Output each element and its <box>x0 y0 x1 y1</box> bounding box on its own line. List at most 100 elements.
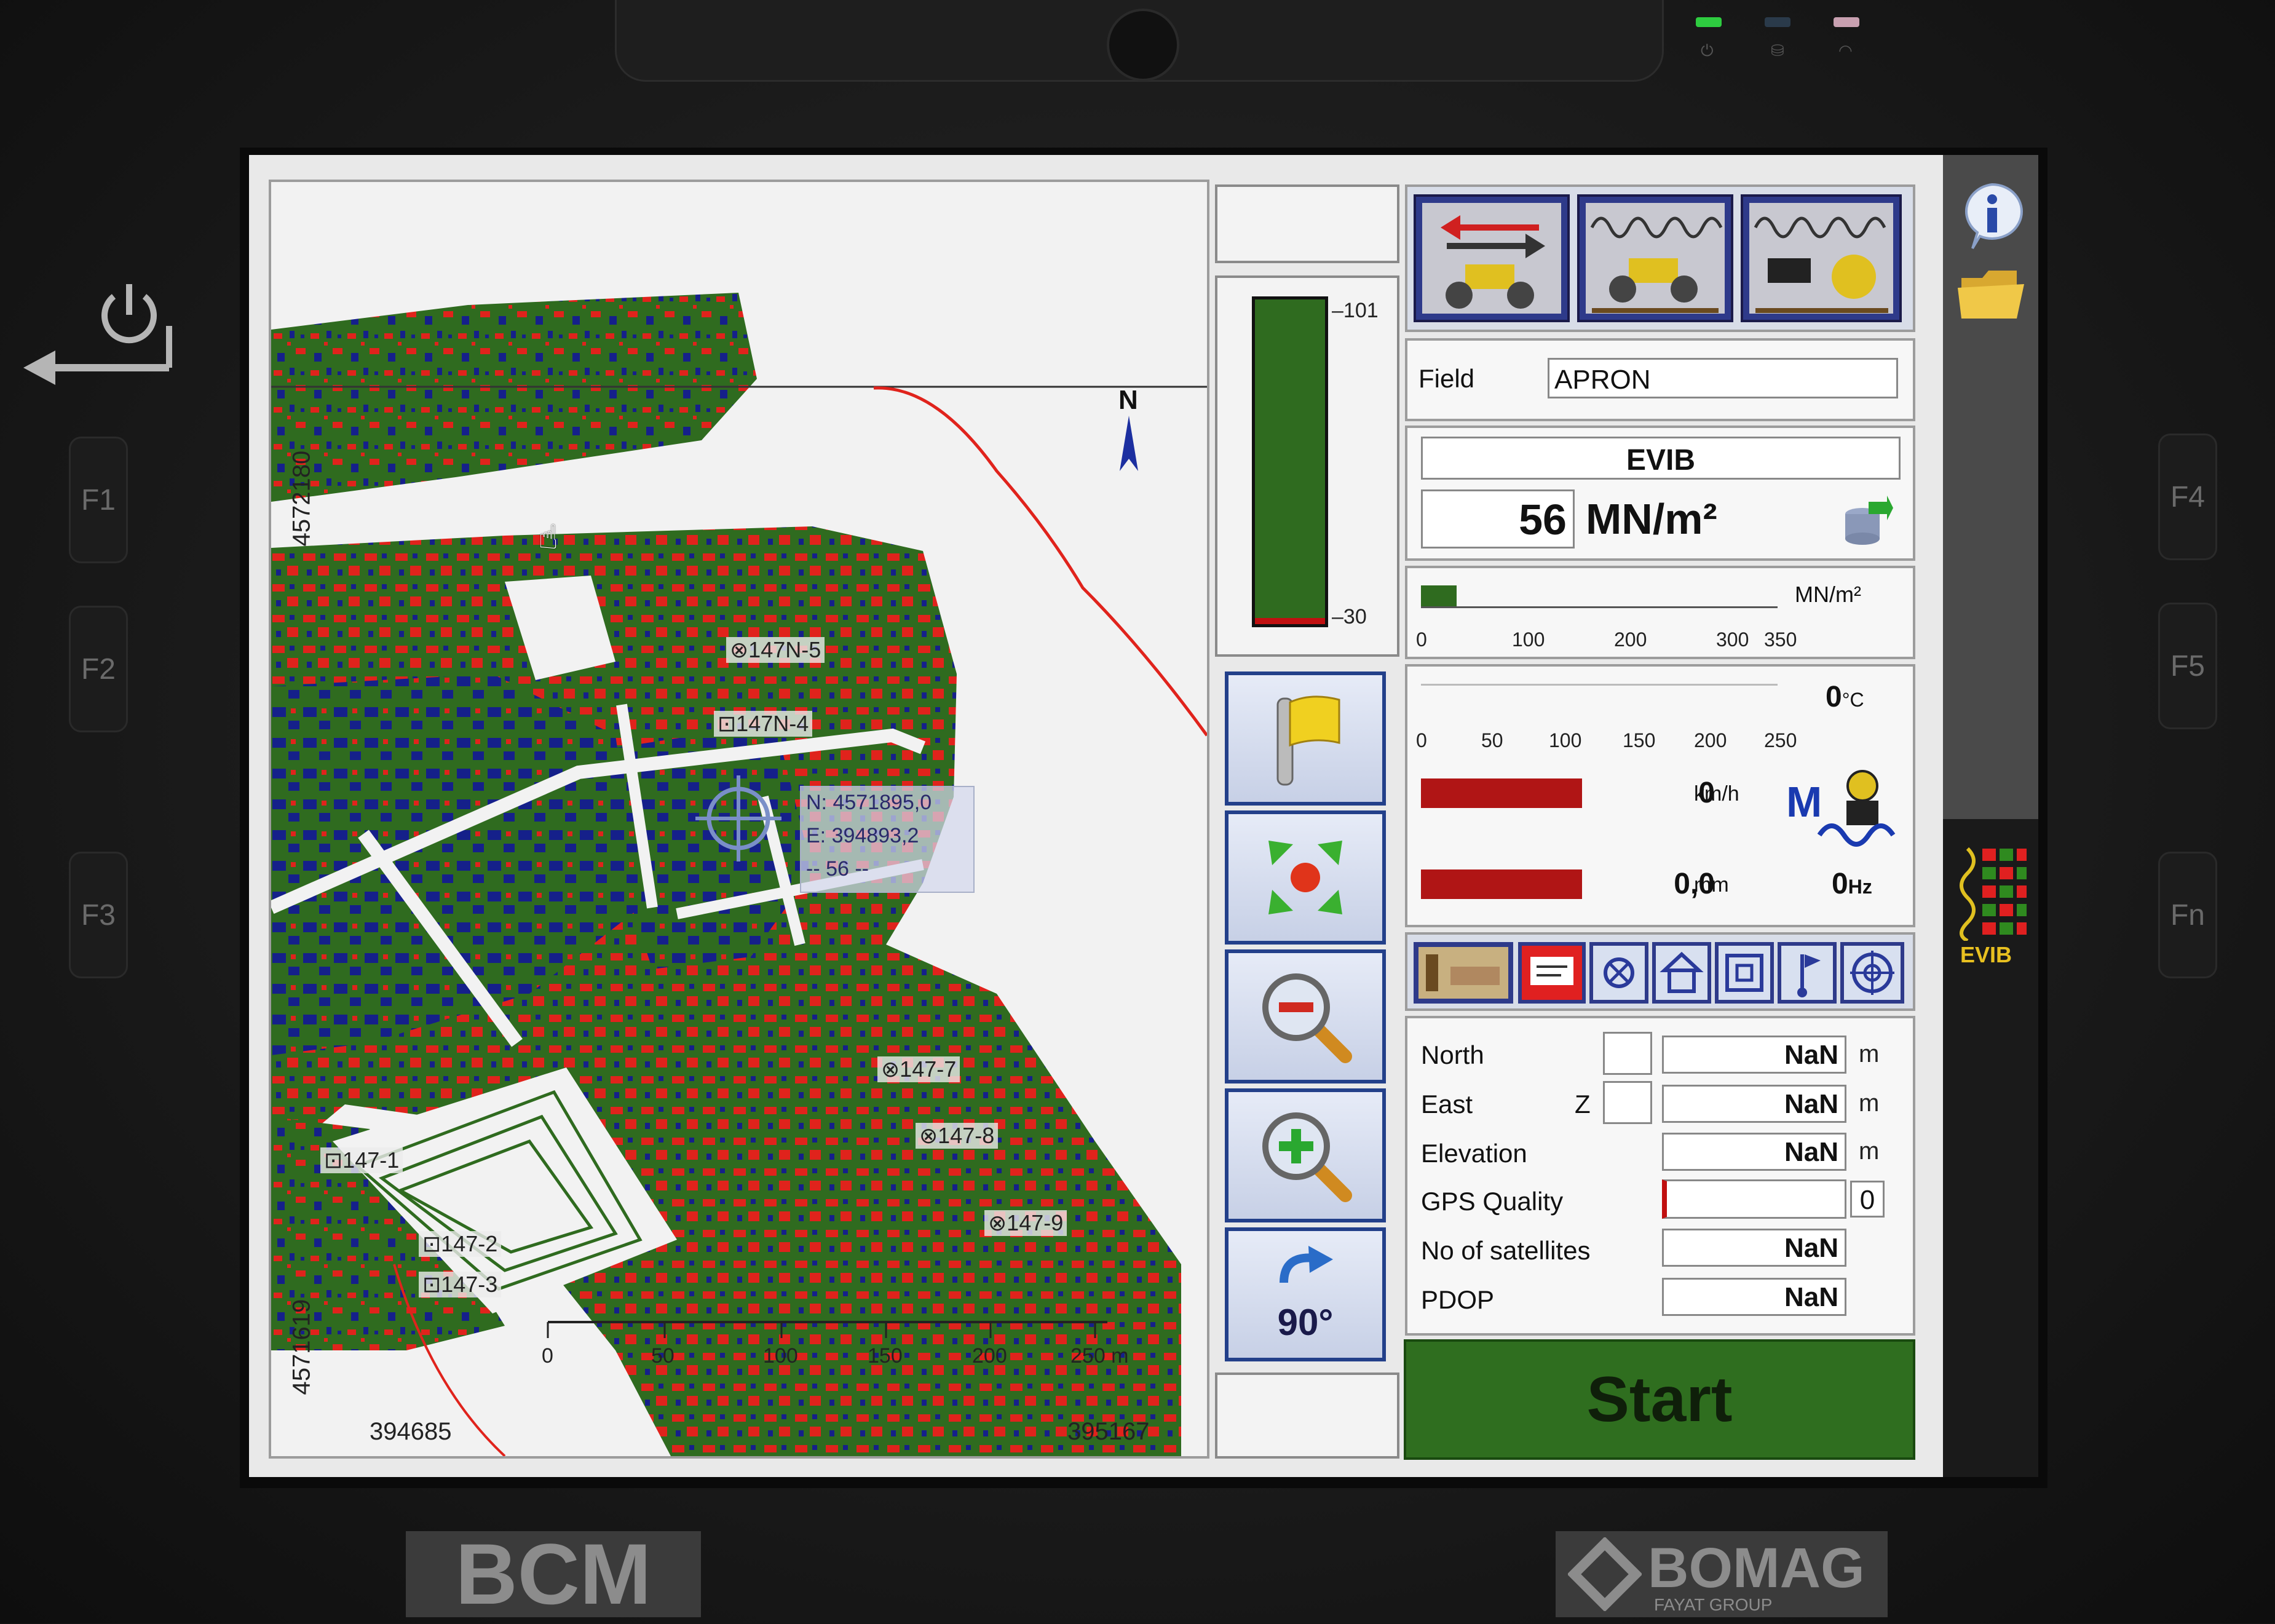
temp-tick: 0 <box>1416 729 1427 751</box>
bcm-text: BCM <box>455 1526 652 1622</box>
database-export-icon[interactable] <box>1838 496 1893 551</box>
gps-satellites-value: NaN <box>1784 1233 1838 1263</box>
field-value: APRON <box>1554 365 1651 395</box>
tool-area-button[interactable] <box>1715 942 1774 1004</box>
camera <box>1107 9 1179 81</box>
modulus-scale-panel: MN/m² 0 100 200 300 350 <box>1405 566 1915 659</box>
f3-key[interactable]: F3 <box>69 852 128 978</box>
tool-pointer-button[interactable] <box>1414 942 1513 1004</box>
f3-label: F3 <box>81 898 116 932</box>
gps-north-value: NaN <box>1784 1040 1838 1070</box>
gps-elevation-unit: m <box>1859 1138 1880 1165</box>
zoom-out-button[interactable] <box>1225 949 1386 1083</box>
marker-147-8[interactable]: ⊗147-8 <box>916 1123 999 1149</box>
marker-147n5[interactable]: ⊗147N-5 <box>726 637 825 663</box>
modulus-tick: 0 <box>1416 628 1427 651</box>
point-marker-icon <box>1593 946 1645 1000</box>
mode-shuttle-button[interactable] <box>1414 194 1570 322</box>
start-button[interactable]: Start <box>1404 1339 1915 1460</box>
f5-label: F5 <box>2170 649 2205 683</box>
gps-east-check[interactable] <box>1603 1081 1652 1124</box>
frequency-unit: Hz <box>1848 876 1872 898</box>
gps-satellites-label: No of satellites <box>1421 1236 1591 1265</box>
marker-147-3-label: 147-3 <box>441 1272 498 1297</box>
marker-147-9[interactable]: ⊗147-9 <box>984 1210 1067 1236</box>
gps-east-box: NaN <box>1662 1085 1846 1123</box>
toolbar-top-blank <box>1215 184 1399 263</box>
gps-elevation-box: NaN <box>1662 1133 1846 1171</box>
f4-key[interactable]: F4 <box>2158 434 2217 560</box>
mode-oscillation-button[interactable] <box>1741 194 1902 322</box>
gps-quality-value: 0 <box>1859 1185 1875 1215</box>
temp-tick: 200 <box>1694 729 1727 751</box>
tool-target-button[interactable] <box>1840 942 1904 1004</box>
f4-label: F4 <box>2170 480 2205 513</box>
fn-label: Fn <box>2170 898 2205 932</box>
gps-quality-bar <box>1662 1179 1846 1219</box>
marker-147-7[interactable]: ⊗147-7 <box>877 1056 960 1082</box>
compaction-map[interactable]: N 4572180 4571619 394685 395167 0 50 100… <box>269 180 1209 1459</box>
tool-message-button[interactable] <box>1518 942 1586 1004</box>
field-value-box[interactable]: APRON <box>1548 358 1898 398</box>
gps-quality-box: 0 <box>1850 1181 1885 1218</box>
tool-point-button[interactable] <box>1589 942 1648 1004</box>
f2-key[interactable]: F2 <box>69 606 128 732</box>
amplitude-unit: mm <box>1694 873 1729 897</box>
temp-tick: 150 <box>1623 729 1656 751</box>
marker-147-1[interactable]: ⊡147-1 <box>320 1147 403 1173</box>
folder-icon <box>1958 271 2024 319</box>
zoom-in-button[interactable] <box>1225 1088 1386 1222</box>
gps-north-label: North <box>1421 1040 1484 1069</box>
roller-oscillation-icon <box>1749 203 1893 314</box>
power-back-button[interactable] <box>12 258 184 406</box>
marker-147-9-label: 147-9 <box>1007 1210 1064 1235</box>
gps-z-label: Z <box>1575 1090 1591 1119</box>
marker-147-3[interactable]: ⊡147-3 <box>419 1272 502 1297</box>
message-tool-icon <box>1522 946 1582 1000</box>
modulus-tick: 100 <box>1512 628 1545 651</box>
bomag-text: BOMAG <box>1648 1537 1865 1599</box>
gps-elevation-value: NaN <box>1784 1137 1838 1167</box>
zoom-out-icon <box>1262 973 1352 1063</box>
flag-button[interactable] <box>1225 671 1386 806</box>
marker-147-2[interactable]: ⊡147-2 <box>419 1231 502 1257</box>
storage-led <box>1765 17 1790 27</box>
center-position-button[interactable] <box>1225 810 1386 945</box>
scale-tick-0: 0 <box>542 1344 553 1368</box>
modulus-scale-unit: MN/m² <box>1795 582 1861 607</box>
modulus-tick: 350 <box>1764 628 1797 651</box>
f5-key[interactable]: F5 <box>2158 603 2217 729</box>
mode-vibration-button[interactable] <box>1577 194 1733 322</box>
evib-chart-icon <box>1960 847 2027 943</box>
center-arrows-icon <box>1268 841 1342 914</box>
north-label: N <box>1118 385 1138 415</box>
fn-key[interactable]: Fn <box>2158 852 2217 978</box>
f1-key[interactable]: F1 <box>69 437 128 563</box>
gps-north-check[interactable] <box>1603 1032 1652 1075</box>
f1-label: F1 <box>81 483 116 517</box>
speed-bar <box>1421 778 1582 808</box>
tool-home-button[interactable] <box>1652 942 1711 1004</box>
modulus-scale-bar <box>1421 582 1778 608</box>
coord-bottom-x-right: 395167 <box>1067 1418 1150 1445</box>
rotate-button[interactable]: 90° <box>1225 1227 1386 1361</box>
measure-unit: MN/m² <box>1586 495 1717 543</box>
mode-button-bar <box>1405 184 1915 332</box>
marker-147n5-label: 147N-5 <box>748 637 821 662</box>
coord-bottom-left: 4571619 <box>288 1299 315 1395</box>
gps-pdop-box: NaN <box>1662 1278 1846 1316</box>
evib-sidebar-button[interactable]: EVIB <box>1955 842 2029 967</box>
rotate-icon <box>1280 1245 1333 1283</box>
temp-unit: °C <box>1842 689 1864 711</box>
legend-min-label: –30 <box>1332 605 1367 628</box>
right-sidebar: EVIB <box>1943 155 2038 1477</box>
home-icon <box>1656 946 1707 1000</box>
legend-max-value: 101 <box>1343 299 1379 322</box>
marker-147-7-label: 147-7 <box>900 1056 957 1082</box>
tool-flag-button[interactable] <box>1778 942 1837 1004</box>
modulus-tick: 300 <box>1716 628 1749 651</box>
info-button[interactable] <box>1955 180 2029 253</box>
sidebar-top-strip <box>1943 155 2038 819</box>
folder-button[interactable] <box>1955 259 2029 327</box>
marker-147n4[interactable]: ⊡147N-4 <box>714 711 813 737</box>
